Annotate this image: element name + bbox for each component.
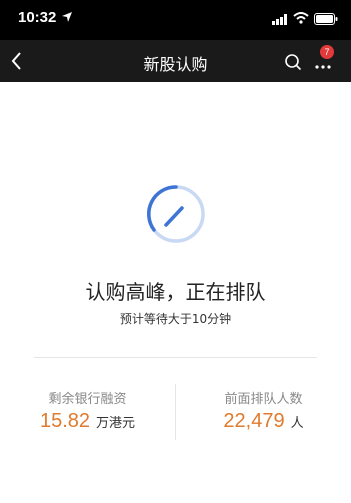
location-arrow-icon	[62, 12, 72, 22]
nav-bar: 新股认购	[0, 40, 351, 82]
status-time: 10:32	[18, 9, 57, 26]
loading-spinner-icon	[147, 185, 205, 243]
wait-estimate: 预计等待大于10分钟	[119, 312, 232, 326]
queue-headline: 认购高峰，正在排队	[85, 280, 266, 304]
remaining-financing-value: 15.82 万港元	[0, 410, 175, 433]
remaining-financing-label: 剩余银行融资	[48, 392, 127, 407]
search-icon[interactable]	[284, 53, 302, 71]
queue-ahead-value: 22,479 人	[176, 410, 351, 433]
queue-ahead-number: 22,479	[223, 410, 285, 432]
battery-icon	[314, 13, 338, 25]
queue-ahead-unit: 人	[290, 416, 304, 431]
wifi-icon	[293, 12, 309, 24]
cellular-signal-icon	[272, 14, 287, 25]
queue-ahead-label: 前面排队人数	[224, 392, 303, 407]
status-bar: 10:32	[0, 0, 351, 40]
divider	[34, 357, 317, 358]
notification-badge: 7	[320, 45, 334, 59]
remaining-financing-number: 15.82	[39, 410, 91, 432]
remaining-financing-unit: 万港元	[96, 416, 136, 431]
